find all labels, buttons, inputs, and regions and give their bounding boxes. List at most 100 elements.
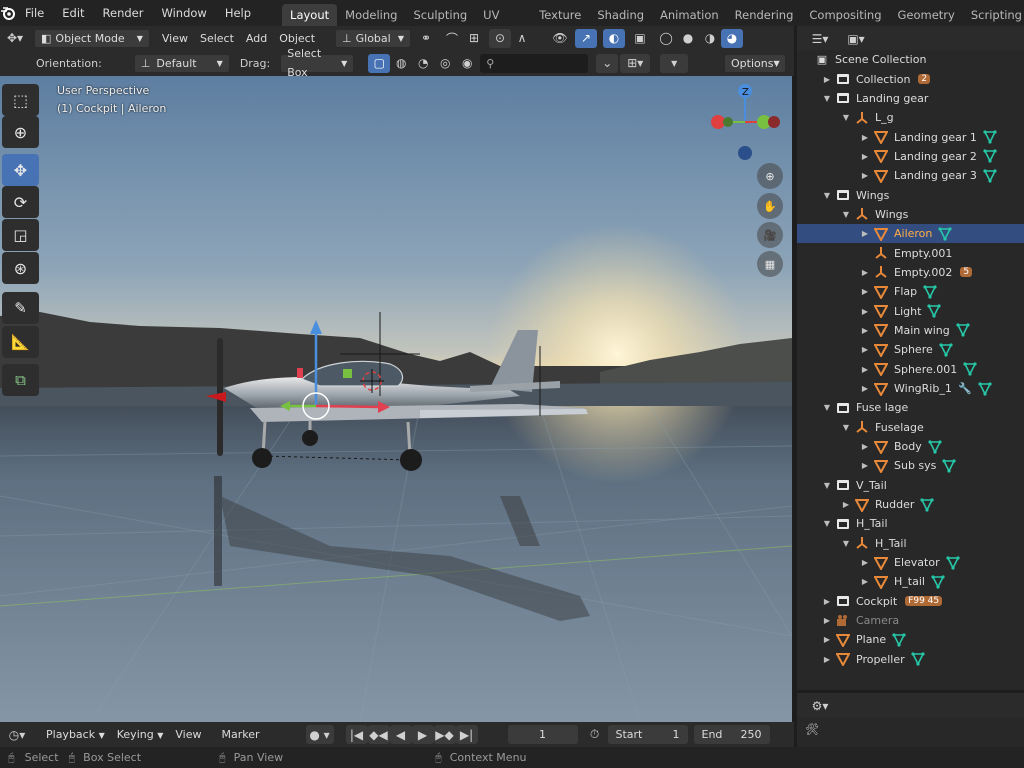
menu-help[interactable]: Help xyxy=(216,0,260,26)
outliner-row[interactable]: ▶ Camera xyxy=(797,611,1024,630)
mesh-data-icon[interactable] xyxy=(923,285,937,299)
auto-keying-icon[interactable]: ● ▾ xyxy=(305,725,334,744)
display-mode-icon[interactable]: ▣▾ xyxy=(841,29,871,48)
select-mode-extend-icon[interactable]: ◍ xyxy=(390,54,412,73)
overlay-toggle-icon[interactable]: ◐ xyxy=(603,28,626,48)
transform-orientation-dropdown[interactable]: ⊥ Global ▼ xyxy=(335,28,412,48)
3d-viewport[interactable]: User Perspective (1) Cockpit | Aileron ⬚… xyxy=(0,76,792,722)
tool-scale[interactable]: ◲ xyxy=(2,219,39,251)
outliner-row[interactable]: ▼ Wings xyxy=(797,205,1024,224)
falloff-icon[interactable]: ∧ xyxy=(511,29,533,48)
outliner-row[interactable]: ▶ Landing gear 1 xyxy=(797,127,1024,146)
mesh-data-icon[interactable] xyxy=(956,323,970,338)
tool-annotate[interactable]: ✎ xyxy=(2,292,39,324)
drag-dropdown[interactable]: Select Box ▼ xyxy=(280,47,355,79)
tab-animation[interactable]: Animation xyxy=(652,4,727,26)
jump-end-icon[interactable]: ▶| xyxy=(455,725,478,744)
outliner-row[interactable]: ▶ H_tail xyxy=(797,572,1024,591)
outliner-row[interactable]: ▼ Fuselage xyxy=(797,418,1024,437)
select-mode-set-icon[interactable]: ▢ xyxy=(368,53,391,73)
pivot-point-icon[interactable]: ⚭ xyxy=(415,29,437,48)
tool-transform[interactable]: ⊛ xyxy=(2,252,39,284)
tab-uv-editing[interactable]: UV Editing xyxy=(475,4,531,44)
mesh-data-icon[interactable] xyxy=(983,149,997,164)
options-dropdown[interactable]: Options ▼ xyxy=(724,53,786,73)
select-mode-invert-icon[interactable]: ◎ xyxy=(434,54,456,73)
outliner-row[interactable]: ▶ Propeller xyxy=(797,650,1024,669)
proportional-edit-icon[interactable]: ⊙ xyxy=(489,28,512,48)
outliner-row[interactable]: ▶ Sphere.001 xyxy=(797,360,1024,379)
chevron-down-icon[interactable]: ▼ xyxy=(841,539,851,548)
modifier-wrench-icon[interactable]: 🔧 xyxy=(958,382,972,396)
start-frame-field[interactable]: Start 1 xyxy=(607,725,688,744)
preview-range-icon[interactable]: ⏱ xyxy=(584,725,606,744)
chevron-right-icon[interactable]: ▶ xyxy=(860,326,870,335)
chevron-right-icon[interactable]: ▶ xyxy=(860,558,870,567)
tool-rotate[interactable]: ⟳ xyxy=(2,186,39,218)
properties-editor-icon[interactable]: ⚙▾ xyxy=(805,696,835,715)
play-icon[interactable]: ▶ xyxy=(411,725,434,744)
marker-menu[interactable]: Marker xyxy=(215,725,265,744)
gizmo-toggle-icon[interactable]: ↗ xyxy=(575,28,598,48)
material-shading-icon[interactable]: ◑ xyxy=(699,29,721,48)
mesh-data-icon[interactable] xyxy=(928,439,942,454)
outliner-row[interactable]: ▶ Landing gear 3 xyxy=(797,166,1024,185)
chevron-right-icon[interactable]: ▶ xyxy=(860,133,870,142)
tool-cursor[interactable]: ⊕ xyxy=(2,116,39,148)
outliner-row[interactable]: ▼ Landing gear xyxy=(797,89,1024,108)
outliner-row[interactable]: ▶ Main wing xyxy=(797,321,1024,340)
zoom-icon[interactable]: ⊕ xyxy=(757,163,783,189)
next-keyframe-icon[interactable]: ▶◆ xyxy=(433,725,456,744)
outliner-row[interactable]: ▶ Landing gear 2 xyxy=(797,147,1024,166)
chevron-right-icon[interactable]: ▶ xyxy=(860,268,870,277)
chevron-down-icon[interactable]: ▼ xyxy=(841,210,851,219)
visibility-icon[interactable]: 👁 xyxy=(549,29,571,48)
mesh-data-icon[interactable] xyxy=(963,362,977,376)
outliner-editor-icon[interactable]: ☰▾ xyxy=(805,29,835,48)
tool-select-box[interactable]: ⬚ xyxy=(2,84,39,116)
gizmo-x-axis[interactable] xyxy=(711,115,725,129)
wireframe-shading-icon[interactable]: ◯ xyxy=(655,29,677,48)
blender-logo-icon[interactable] xyxy=(0,6,16,20)
tab-rendering[interactable]: Rendering xyxy=(727,4,802,26)
chevron-right-icon[interactable]: ▶ xyxy=(860,384,870,393)
outliner-row[interactable]: ▼ H_Tail xyxy=(797,534,1024,553)
chevron-right-icon[interactable]: ▶ xyxy=(860,307,870,316)
current-frame-field[interactable]: 1 xyxy=(507,725,578,744)
snap-icon[interactable]: ⌒ xyxy=(441,29,463,48)
select-mode-subtract-icon[interactable]: ◔ xyxy=(412,54,434,73)
mesh-data-icon[interactable] xyxy=(911,652,925,667)
chevron-right-icon[interactable]: ▶ xyxy=(860,461,870,470)
outliner-row[interactable]: ▼ H_Tail xyxy=(797,514,1024,533)
gizmo-neg-y-axis[interactable] xyxy=(723,117,733,127)
gizmo-neg-x-axis[interactable] xyxy=(768,116,780,128)
xray-toggle-icon[interactable]: ▣ xyxy=(629,29,651,48)
chevron-right-icon[interactable]: ▶ xyxy=(841,500,851,509)
outliner-row[interactable]: ▼ L_g xyxy=(797,108,1024,127)
chevron-down-icon[interactable]: ▼ xyxy=(841,423,851,432)
pan-hand-icon[interactable]: ✋ xyxy=(757,193,783,219)
mesh-data-icon[interactable] xyxy=(927,304,942,318)
timeline-view-menu[interactable]: View xyxy=(169,725,207,744)
chevron-down-icon[interactable]: ▼ xyxy=(822,94,832,103)
mesh-data-icon[interactable] xyxy=(931,575,945,589)
mesh-data-icon[interactable] xyxy=(945,556,960,570)
chevron-right-icon[interactable]: ▶ xyxy=(860,577,870,586)
prev-keyframe-icon[interactable]: ◆◀ xyxy=(367,725,390,744)
outliner-row[interactable]: ▶ Rudder xyxy=(797,495,1024,514)
chevron-right-icon[interactable]: ▶ xyxy=(822,597,832,606)
chevron-right-icon[interactable]: ▶ xyxy=(860,442,870,451)
gizmo-neg-z-axis[interactable] xyxy=(738,146,752,160)
outliner-row[interactable]: ▶ WingRib_1 🔧 xyxy=(797,379,1024,398)
outliner-row[interactable]: ▶ Flap xyxy=(797,282,1024,301)
tool-properties-icon[interactable]: 🛠 xyxy=(805,723,819,736)
outliner-row[interactable]: ▶ Collection 2 xyxy=(797,69,1024,88)
outliner-row[interactable]: ▶ Elevator xyxy=(797,553,1024,572)
outliner-row[interactable]: ▼ V_Tail xyxy=(797,476,1024,495)
tab-sculpting[interactable]: Sculpting xyxy=(405,4,475,26)
tab-geometry-nodes[interactable]: Geometry Nodes xyxy=(890,4,963,44)
tab-layout[interactable]: Layout xyxy=(282,4,338,26)
chevron-down-icon[interactable]: ▼ xyxy=(822,403,832,412)
snap-target-icon[interactable]: ⊞ xyxy=(463,29,485,48)
playback-menu[interactable]: Playback ▼ xyxy=(40,725,111,744)
